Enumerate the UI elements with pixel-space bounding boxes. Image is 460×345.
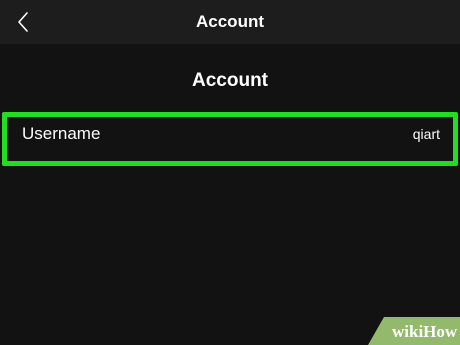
page-heading: Account: [192, 70, 268, 91]
watermark-text: wikiHow: [392, 322, 458, 341]
wikihow-watermark: wikiHow: [350, 309, 460, 345]
topbar-title: Account: [196, 12, 264, 31]
username-label: Username: [22, 124, 101, 143]
top-navigation-bar: Account: [0, 0, 460, 44]
username-row[interactable]: Username qiart: [8, 118, 444, 154]
account-screen: Account Account Username qiart wikiHow: [0, 0, 460, 345]
username-value: qiart: [412, 126, 440, 142]
